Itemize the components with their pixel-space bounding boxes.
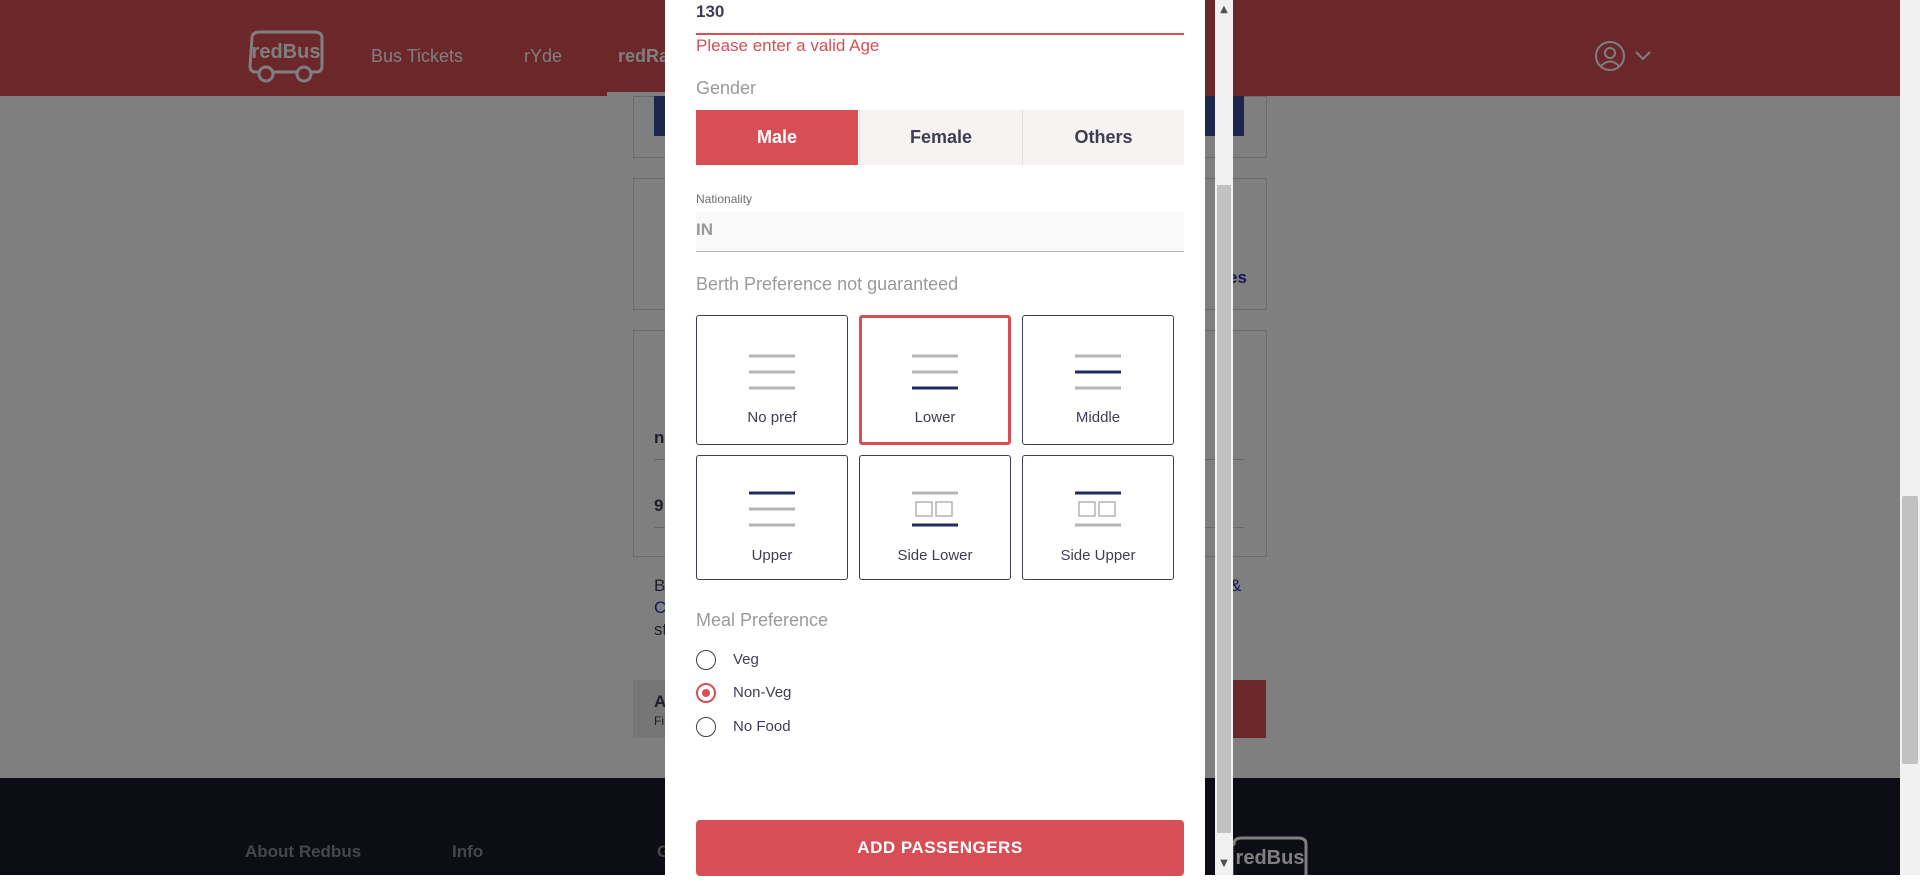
- berth-label: Lower: [914, 409, 956, 426]
- radio-selected-dot: [702, 689, 710, 697]
- nationality-label: Nationality: [696, 192, 753, 206]
- berth-side-upper-icon: [1075, 491, 1121, 527]
- berth-middle-option[interactable]: Middle: [1022, 315, 1174, 445]
- age-input[interactable]: 130: [696, 2, 724, 22]
- berth-no-pref-option[interactable]: No pref: [696, 315, 848, 445]
- modal-scrollbar-thumb[interactable]: [1217, 185, 1231, 833]
- gender-male-button[interactable]: Male: [696, 110, 858, 165]
- berth-preference-label: Berth Preference not guaranteed: [696, 274, 959, 294]
- berth-label: Side Lower: [897, 547, 973, 564]
- berth-lower-icon: [912, 354, 958, 390]
- berth-upper-option[interactable]: Upper: [696, 455, 848, 580]
- berth-side-lower-icon: [912, 491, 958, 527]
- berth-label: Upper: [751, 547, 793, 564]
- scroll-up-arrow-icon[interactable]: ▲: [1217, 2, 1231, 18]
- berth-label: No pref: [747, 409, 797, 426]
- page-scrollbar-thumb[interactable]: [1902, 496, 1918, 764]
- nationality-field[interactable]: [696, 212, 1184, 252]
- nationality-value: IN: [696, 220, 713, 239]
- meal-veg-radio[interactable]: [696, 650, 716, 670]
- berth-no-pref-icon: [749, 354, 795, 390]
- age-input-underline: [696, 33, 1184, 35]
- berth-label: Side Upper: [1060, 547, 1136, 564]
- meal-preference-label: Meal Preference: [696, 610, 829, 630]
- meal-veg-label[interactable]: Veg: [733, 651, 759, 668]
- gender-others-button[interactable]: Others: [1022, 110, 1184, 165]
- berth-upper-icon: [749, 491, 795, 527]
- gender-label: Gender: [696, 78, 757, 98]
- meal-non-veg-radio[interactable]: [696, 683, 716, 703]
- berth-lower-option[interactable]: Lower: [859, 315, 1011, 445]
- berth-middle-icon: [1075, 354, 1121, 390]
- age-error-message: Please enter a valid Age: [696, 36, 880, 55]
- berth-side-lower-option[interactable]: Side Lower: [859, 455, 1011, 580]
- gender-female-button[interactable]: Female: [859, 110, 1022, 165]
- meal-non-veg-label[interactable]: Non-Veg: [733, 684, 791, 701]
- scroll-down-arrow-icon[interactable]: ▼: [1217, 856, 1231, 872]
- berth-side-upper-option[interactable]: Side Upper: [1022, 455, 1174, 580]
- meal-no-food-label[interactable]: No Food: [733, 718, 791, 735]
- meal-no-food-radio[interactable]: [696, 717, 716, 737]
- berth-label: Middle: [1075, 409, 1121, 426]
- add-passengers-button[interactable]: ADD PASSENGERS: [696, 820, 1184, 876]
